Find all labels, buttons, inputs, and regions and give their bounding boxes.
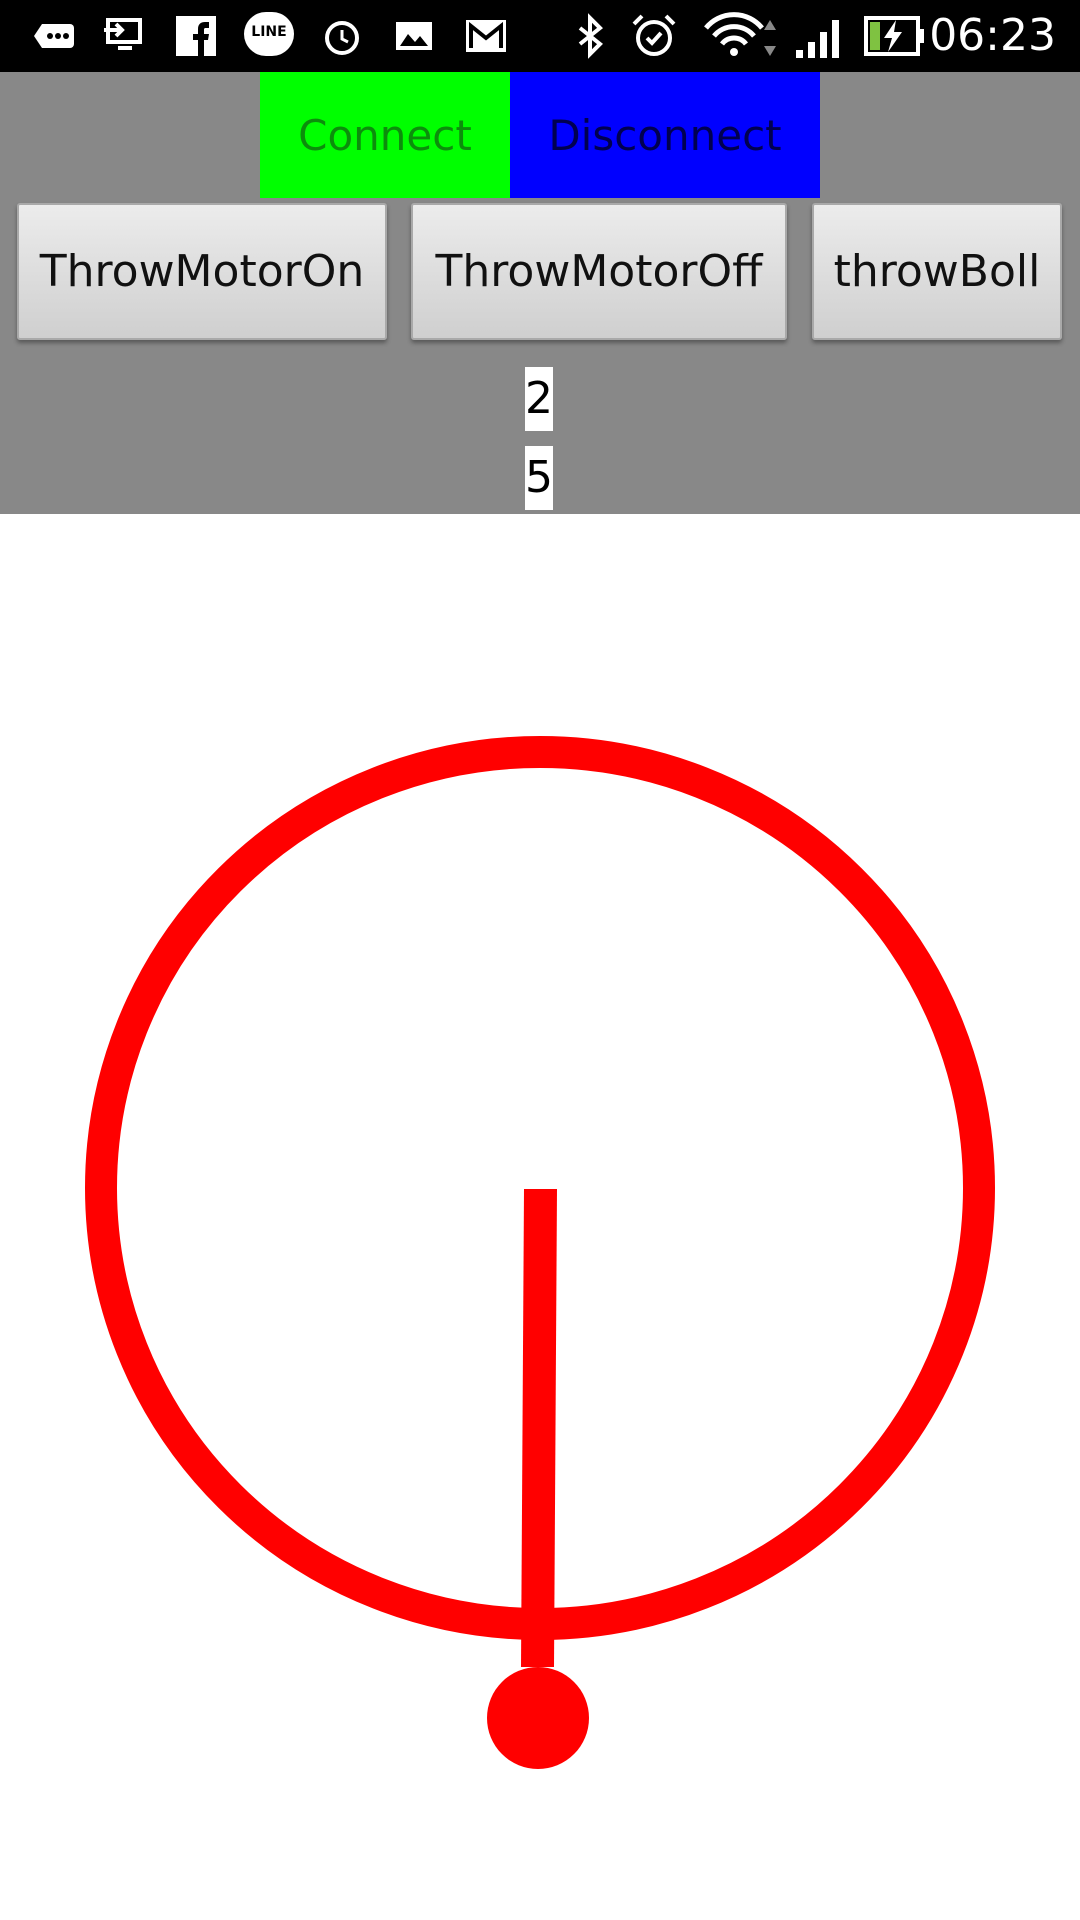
joystick-canvas[interactable]: [0, 514, 1080, 1920]
throw-motor-off-button[interactable]: ThrowMotorOff: [411, 203, 787, 340]
gallery-icon: [396, 22, 432, 50]
bluetooth-icon: [578, 13, 603, 59]
joystick-knob[interactable]: [487, 1667, 589, 1769]
alarm-clock-icon: [325, 21, 359, 55]
readout-value-2: 5: [525, 446, 553, 510]
signal-icon: [796, 20, 839, 58]
joystick-stick: [521, 1189, 557, 1667]
line-icon: LINE: [244, 12, 294, 56]
more-icon: [34, 24, 74, 48]
line-icon-label: LINE: [251, 24, 287, 40]
battery-charging-icon: [864, 16, 924, 56]
screen-cast-icon: [104, 18, 142, 50]
facebook-icon: [176, 16, 216, 56]
control-panel: Connect Disconnect ThrowMotorOn ThrowMot…: [0, 72, 1080, 514]
throw-ball-button[interactable]: throwBoll: [812, 203, 1062, 340]
status-bar: LINE 06:23: [0, 0, 1080, 72]
readout-value-1: 2: [525, 367, 553, 431]
alarm-icon: [632, 14, 676, 56]
throw-motor-on-button[interactable]: ThrowMotorOn: [17, 203, 387, 340]
gmail-icon: [466, 20, 506, 52]
connect-button[interactable]: Connect: [260, 72, 510, 198]
disconnect-button[interactable]: Disconnect: [510, 72, 820, 198]
wifi-icon: [704, 12, 776, 56]
status-clock: 06:23: [929, 10, 1056, 61]
